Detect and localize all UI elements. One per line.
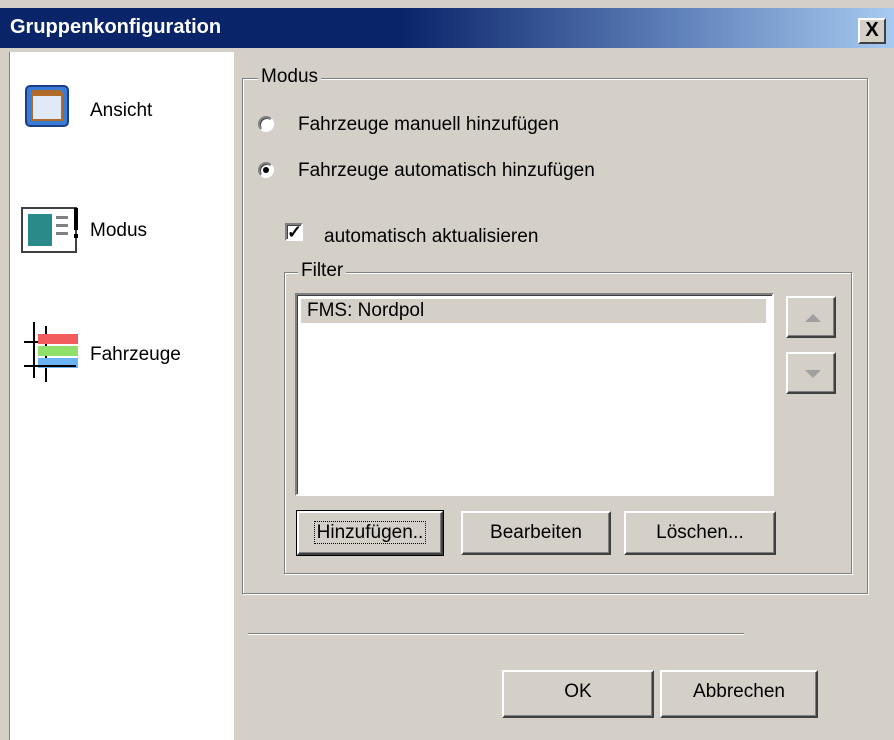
add-filter-label: Hinzufügen.. bbox=[313, 521, 427, 544]
sidebar-item-modus[interactable]: Modus bbox=[10, 202, 230, 272]
radio-manual-label[interactable]: Fahrzeuge manuell hinzufügen bbox=[298, 114, 559, 136]
vehicles-icon bbox=[24, 322, 78, 382]
window-title: Gruppenkonfiguration bbox=[10, 16, 222, 38]
sidebar-item-ansicht[interactable]: Ansicht bbox=[10, 80, 230, 150]
radio-auto[interactable] bbox=[258, 162, 274, 178]
filter-list[interactable]: FMS: Nordpol bbox=[295, 293, 774, 496]
cancel-label: Abbrechen bbox=[693, 681, 785, 702]
arrow-up-icon bbox=[805, 314, 821, 322]
edit-filter-label: Bearbeiten bbox=[490, 522, 582, 543]
auto-update-checkbox[interactable]: ✓ bbox=[285, 223, 303, 241]
list-item[interactable]: FMS: Nordpol bbox=[301, 299, 766, 323]
auto-update-label[interactable]: automatisch aktualisieren bbox=[324, 226, 538, 248]
mode-icon bbox=[21, 207, 78, 253]
list-item-label: FMS: Nordpol bbox=[307, 300, 425, 321]
move-up-button[interactable] bbox=[786, 296, 836, 338]
radio-manual[interactable] bbox=[258, 116, 274, 132]
ok-button[interactable]: OK bbox=[502, 670, 654, 718]
radio-selected-dot bbox=[263, 167, 269, 173]
sidebar-item-fahrzeuge[interactable]: Fahrzeuge bbox=[10, 322, 230, 392]
separator bbox=[248, 633, 744, 635]
arrow-down-icon bbox=[805, 370, 821, 378]
delete-filter-button[interactable]: Löschen... bbox=[624, 511, 776, 555]
ok-label: OK bbox=[564, 681, 592, 702]
radio-auto-label[interactable]: Fahrzeuge automatisch hinzufügen bbox=[298, 160, 595, 182]
sidebar-item-label: Ansicht bbox=[90, 100, 153, 121]
filter-group-legend: Filter bbox=[298, 260, 347, 282]
sidebar: Ansicht Modus Fahrzeuge bbox=[9, 52, 234, 740]
window-icon bbox=[25, 85, 69, 127]
sidebar-item-label: Modus bbox=[90, 220, 148, 241]
add-filter-button[interactable]: Hinzufügen.. bbox=[296, 510, 444, 556]
move-down-button[interactable] bbox=[786, 352, 836, 394]
modus-group-legend: Modus bbox=[258, 66, 322, 88]
edit-filter-button[interactable]: Bearbeiten bbox=[461, 511, 611, 555]
close-icon: X bbox=[865, 19, 879, 41]
close-button[interactable]: X bbox=[858, 18, 886, 44]
delete-filter-label: Löschen... bbox=[656, 522, 744, 543]
cancel-button[interactable]: Abbrechen bbox=[660, 670, 818, 718]
sidebar-item-label: Fahrzeuge bbox=[90, 344, 181, 365]
